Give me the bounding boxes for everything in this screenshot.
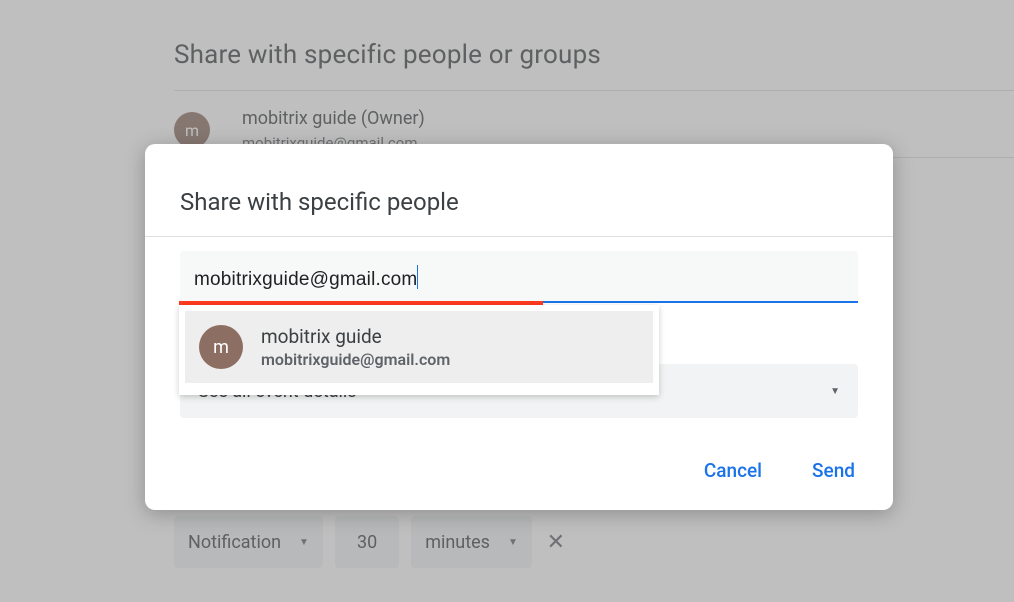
send-button[interactable]: Send (812, 459, 855, 482)
divider (145, 236, 893, 237)
autocomplete-suggestions: m mobitrix guide mobitrixguide@gmail.com (179, 305, 659, 395)
suggestion-name: mobitrix guide (261, 325, 450, 348)
email-input[interactable]: mobitrixguide@gmail.com (180, 251, 858, 303)
email-input-text: mobitrixguide@gmail.com (194, 265, 418, 291)
suggestion-avatar: m (199, 325, 243, 369)
suggestion-item[interactable]: m mobitrix guide mobitrixguide@gmail.com (185, 311, 653, 383)
text-cursor (417, 265, 418, 289)
dialog-title: Share with specific people (180, 188, 459, 216)
cancel-button[interactable]: Cancel (704, 459, 762, 482)
suggestion-email: mobitrixguide@gmail.com (261, 350, 450, 369)
chevron-down-icon: ▼ (830, 386, 840, 397)
